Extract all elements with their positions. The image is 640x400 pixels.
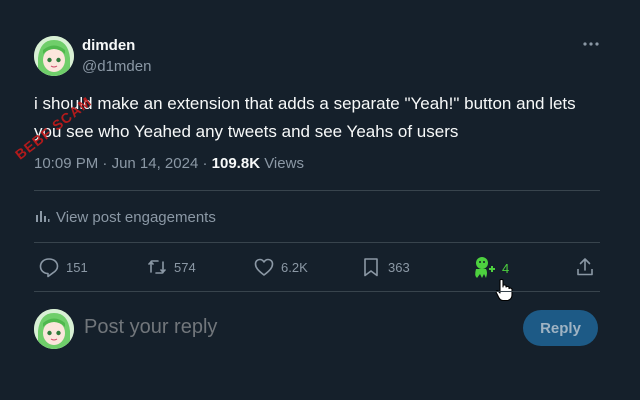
meta-separator: · [102, 155, 108, 172]
post-time[interactable]: 10:09 PM [34, 155, 98, 172]
engagements-label: View post engagements [56, 208, 216, 226]
reply-action[interactable]: 151 [38, 256, 88, 278]
post-meta: 10:09 PM · Jun 14, 2024 · 109.8K Views [34, 155, 304, 172]
bookmark-icon [360, 256, 382, 278]
reply-input[interactable]: Post your reply [84, 316, 217, 339]
more-icon[interactable] [580, 34, 602, 54]
analytics-icon [34, 207, 50, 227]
view-engagements-link[interactable]: View post engagements [34, 207, 216, 227]
reply-count: 151 [66, 259, 88, 275]
bookmark-action[interactable]: 363 [360, 256, 410, 278]
author-name[interactable]: dimden [82, 37, 135, 54]
meta-separator: · [202, 155, 208, 172]
repost-icon [146, 256, 168, 278]
divider [34, 242, 600, 243]
like-count: 6.2K [281, 259, 308, 275]
user-avatar[interactable] [34, 309, 74, 349]
bookmark-count: 363 [388, 259, 410, 275]
repost-action[interactable]: 574 [146, 256, 196, 278]
post-text: i should make an extension that adds a s… [34, 94, 576, 141]
reply-icon [38, 256, 60, 278]
cursor-icon [495, 278, 513, 307]
yeah-action[interactable]: 4 [472, 256, 509, 280]
views-label: Views [264, 155, 304, 172]
like-icon [253, 256, 275, 278]
yeah-count: 4 [502, 260, 510, 276]
author-avatar[interactable] [34, 36, 74, 76]
divider [34, 190, 600, 191]
reply-button[interactable]: Reply [523, 310, 598, 346]
repost-count: 574 [174, 259, 196, 275]
author-handle[interactable]: @d1mden [82, 58, 151, 75]
yeah-icon [472, 256, 496, 280]
like-action[interactable]: 6.2K [253, 256, 308, 278]
divider [34, 291, 600, 292]
views-count: 109.8K [211, 155, 261, 172]
post-date[interactable]: Jun 14, 2024 [112, 155, 199, 172]
share-icon [574, 256, 596, 278]
share-action[interactable] [574, 256, 596, 278]
